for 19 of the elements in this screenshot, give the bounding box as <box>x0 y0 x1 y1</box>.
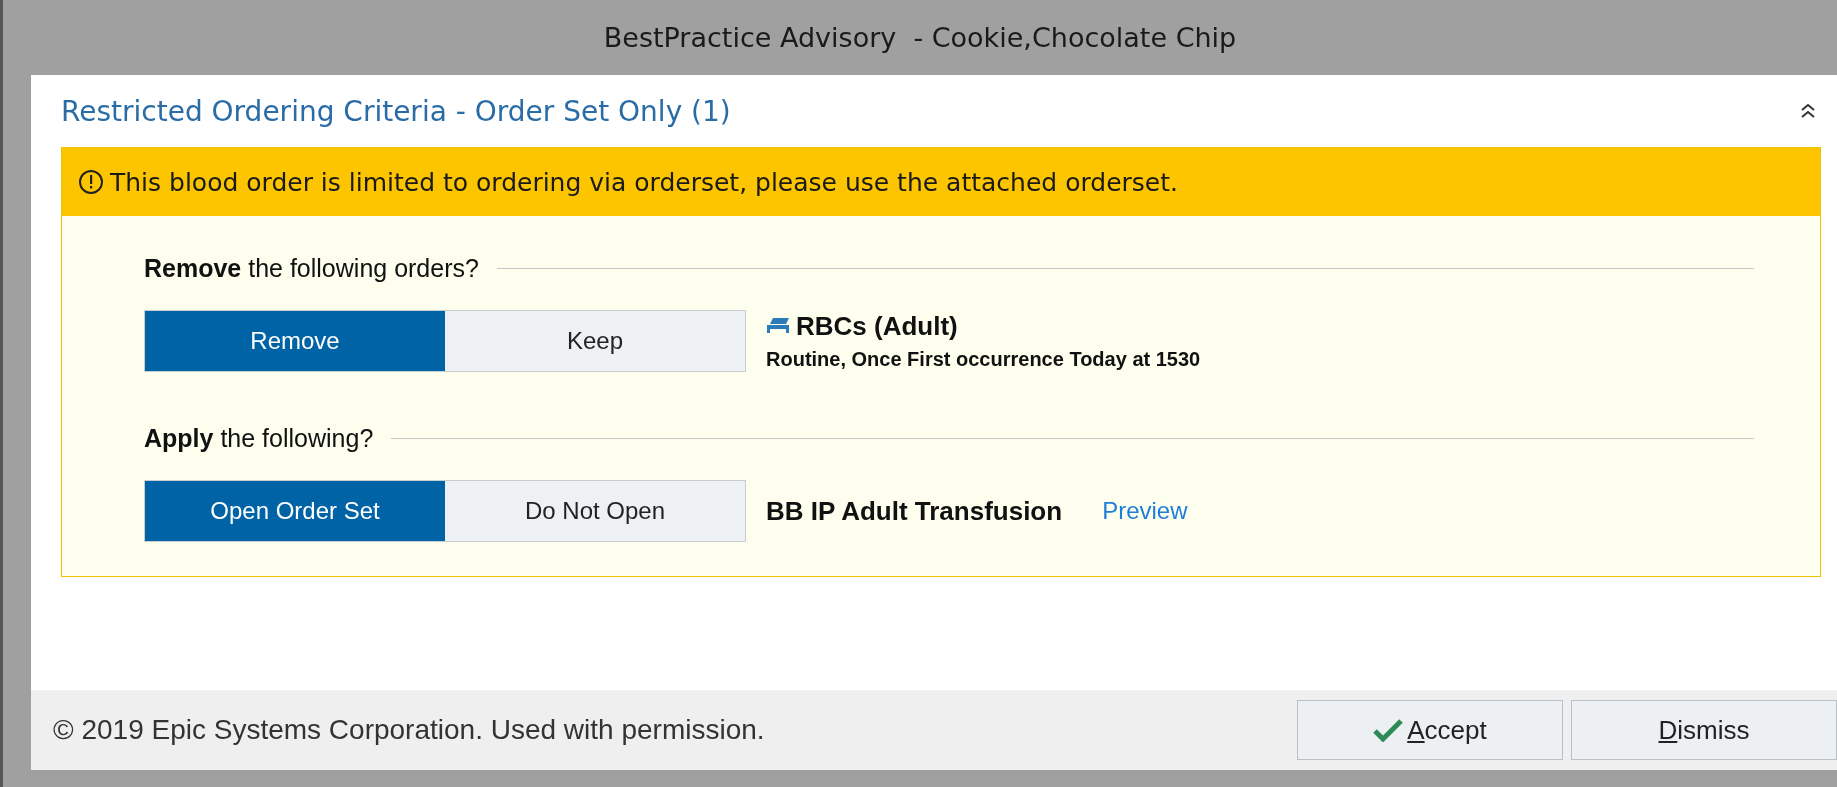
option-button[interactable]: Open Order Set <box>145 481 445 541</box>
option-button[interactable]: Remove <box>145 311 445 371</box>
checkmark-icon <box>1373 718 1404 742</box>
banner-message: This blood order is limited to ordering via orderset, please use the attached orderset. <box>110 167 1178 197</box>
order-details: Routine, Once First occurrence Today at 1530 <box>766 348 1201 371</box>
order-set-name: BB IP Adult Transfusion <box>766 495 1063 527</box>
question-text: Apply the following? <box>144 423 374 453</box>
preview-link[interactable]: Preview <box>1102 497 1188 525</box>
question-text: Remove the following orders? <box>144 253 479 283</box>
order-name: RBCs (Adult) <box>796 311 958 342</box>
window-title: BestPractice Advisory - Cookie,Chocolate Chip <box>603 22 1237 53</box>
dismiss-button[interactable]: Dismiss <box>1571 700 1837 760</box>
advisory-title: Restricted Ordering Criteria - Order Set Only (1) <box>61 94 731 128</box>
option-button[interactable]: Do Not Open <box>445 481 745 541</box>
copyright-text: © 2019 Epic Systems Corporation. Used with permission. <box>53 714 765 746</box>
option-button[interactable]: Keep <box>445 311 745 371</box>
warning-icon <box>78 169 104 195</box>
accept-button[interactable]: Accept <box>1297 700 1563 760</box>
collapse-icon[interactable] <box>1799 102 1817 120</box>
